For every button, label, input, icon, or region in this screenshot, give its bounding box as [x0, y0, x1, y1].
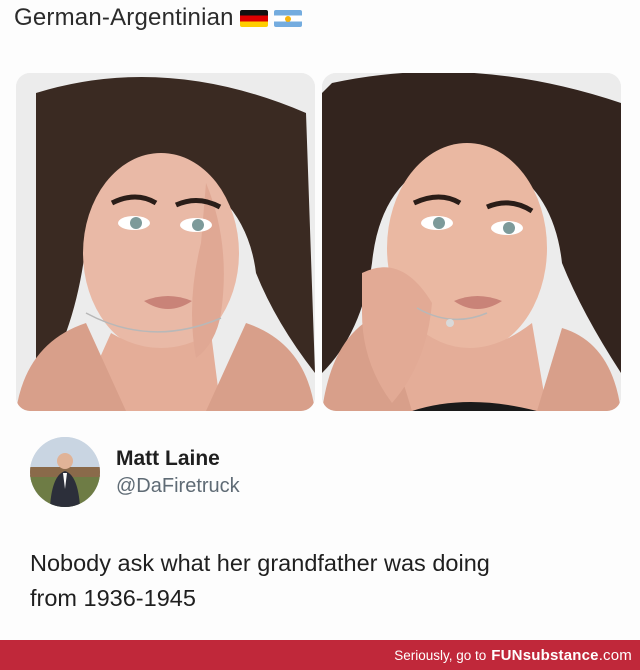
avatar[interactable] [30, 437, 100, 507]
site-brand-link[interactable]: FUNsubstance.com [491, 647, 632, 664]
brand-com: .com [598, 646, 632, 664]
tweet-text-line: from 1936-1945 [30, 585, 196, 611]
display-name[interactable]: Matt Laine [116, 447, 240, 471]
portrait-image-right [322, 73, 621, 411]
flag-germany-icon [239, 9, 268, 27]
tweet-author: Matt Laine @DaFiretruck [30, 437, 240, 507]
portrait-image-left [16, 73, 315, 411]
tweet-text-line: Nobody ask what her grandfather was doin… [30, 550, 490, 576]
portrait-photo-left [16, 73, 315, 411]
meme-header: German-Argentinian [14, 4, 302, 32]
author-names: Matt Laine @DaFiretruck [116, 447, 240, 498]
footer-text: Seriously, go to [394, 647, 487, 663]
flag-argentina-icon [273, 9, 302, 27]
avatar-image [30, 437, 100, 507]
meme-title: German-Argentinian [14, 4, 234, 31]
brand-substance: substance [522, 646, 599, 664]
user-handle[interactable]: @DaFiretruck [116, 475, 240, 498]
meme-card: German-Argentinian Matt Laine @DaFiretru… [0, 0, 640, 640]
site-footer-bar: Seriously, go to FUNsubstance.com [0, 640, 640, 670]
portrait-photo-right [322, 73, 621, 411]
tweet-text: Nobody ask what her grandfather was doin… [30, 546, 610, 616]
brand-fun: FUN [491, 646, 523, 664]
